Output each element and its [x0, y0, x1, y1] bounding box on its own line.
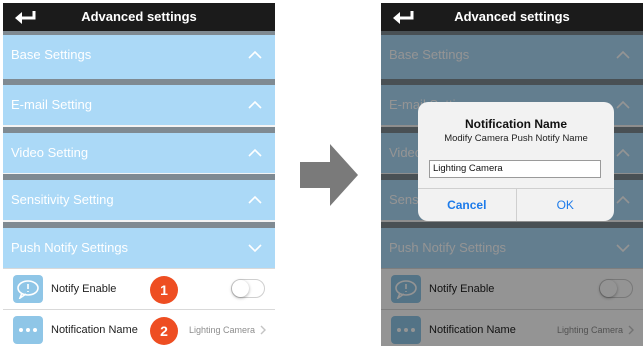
- dialog-buttons: Cancel OK: [418, 188, 614, 221]
- step-badge: 1: [150, 276, 178, 304]
- section-label: E-mail Setting: [11, 97, 92, 112]
- notify-enable-row: Notify Enable 1: [3, 268, 275, 309]
- chevron-down-icon: [248, 244, 262, 253]
- section-label: Video Setting: [11, 145, 89, 160]
- notify-enable-label: Notify Enable: [51, 283, 117, 295]
- top-bar: Advanced settings: [3, 3, 275, 31]
- chevron-up-icon: [248, 148, 262, 157]
- notification-name-value: Lighting Camera: [188, 325, 255, 335]
- chevron-up-icon: [248, 195, 262, 204]
- section-sensitivity-setting[interactable]: Sensitivity Setting: [3, 174, 275, 220]
- chevron-up-icon: [248, 50, 262, 59]
- dialog-title: Notification Name: [464, 117, 567, 131]
- toggle-knob: [232, 280, 249, 297]
- chevron-right-icon: [260, 325, 266, 335]
- section-base-settings[interactable]: Base Settings: [3, 31, 275, 79]
- right-screen: Advanced settings Base Settings E-mail S…: [381, 3, 643, 346]
- chevron-up-icon: [248, 100, 262, 109]
- chat-bubble-icon: [13, 275, 43, 303]
- notification-name-input[interactable]: Lighting Camera: [429, 160, 601, 178]
- notify-enable-toggle[interactable]: [231, 279, 265, 298]
- notification-name-label: Notification Name: [51, 324, 138, 336]
- notification-name-dialog: Notification Name Modify Camera Push Not…: [418, 102, 614, 221]
- step-badge: 2: [150, 317, 178, 345]
- dots-icon: [13, 316, 43, 344]
- dialog-subtitle: Modify Camera Push Notify Name: [444, 133, 588, 144]
- page-title: Advanced settings: [454, 9, 570, 24]
- ok-button[interactable]: OK: [517, 189, 615, 221]
- section-email-setting[interactable]: E-mail Setting: [3, 79, 275, 125]
- section-video-setting[interactable]: Video Setting: [3, 127, 275, 173]
- section-label: Sensitivity Setting: [11, 192, 114, 207]
- section-label: Base Settings: [11, 47, 92, 62]
- arrow-right-icon: [300, 144, 358, 206]
- top-bar: Advanced settings: [381, 3, 643, 31]
- notification-name-row[interactable]: Notification Name 2 Lighting Camera: [3, 309, 275, 346]
- left-screen: Advanced settings Base Settings E-mail S…: [3, 3, 275, 346]
- section-push-notify-settings[interactable]: Push Notify Settings: [3, 222, 275, 268]
- section-label: Push Notify Settings: [11, 240, 129, 255]
- page-title: Advanced settings: [81, 9, 197, 24]
- cancel-button[interactable]: Cancel: [418, 189, 517, 221]
